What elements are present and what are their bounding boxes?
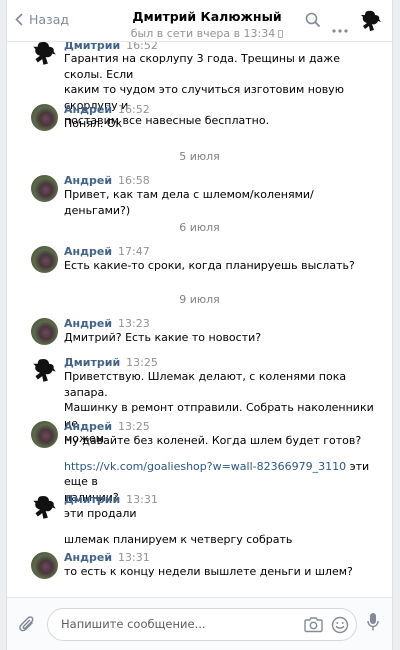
message-time: 13:31 [118, 551, 150, 564]
message-meta: Андрей 17:47 [64, 245, 150, 258]
search-icon[interactable] [305, 12, 321, 32]
avatar[interactable] [31, 318, 58, 345]
chat-header: Назад Дмитрий Калюжный был в сети вчера … [7, 0, 392, 42]
author-name[interactable]: Андрей [64, 420, 112, 433]
chevron-left-icon [15, 13, 23, 26]
message-text: Есть какие-то сроки, когда планируешь вы… [64, 259, 355, 272]
author-name[interactable]: Дмитрий [64, 493, 120, 506]
peer-name: Дмитрий Калюжный [132, 9, 282, 24]
message-time: 17:47 [118, 245, 150, 258]
microphone-icon[interactable] [367, 612, 379, 636]
date-separator: 9 июля [179, 293, 220, 306]
back-button[interactable]: Назад [15, 12, 69, 27]
message-history[interactable]: Дмитрий 16:52 Гарантия на скорлупу 3 года… [7, 42, 392, 597]
message-meta: Андрей 16:52 [64, 103, 150, 116]
message-time: 16:52 [118, 103, 150, 116]
avatar[interactable] [31, 494, 58, 521]
message-time: 13:25 [118, 420, 150, 433]
date-separator: 6 июля [179, 221, 220, 234]
avatar[interactable] [31, 175, 58, 202]
message-input[interactable] [61, 617, 291, 631]
author-name[interactable]: Андрей [64, 551, 112, 564]
avatar[interactable] [31, 246, 58, 273]
avatar[interactable] [31, 421, 58, 448]
message-time: 13:31 [126, 493, 158, 506]
avatar[interactable] [31, 104, 58, 131]
avatar[interactable] [31, 357, 58, 384]
message-time: 13:25 [126, 356, 158, 369]
paperclip-icon[interactable] [19, 614, 35, 638]
date-separator: 5 июля [179, 150, 220, 163]
author-name[interactable]: Андрей [64, 103, 112, 116]
author-name[interactable]: Дмитрий [64, 356, 120, 369]
message-meta: Дмитрий 13:25 [64, 356, 158, 369]
message-meta: Дмитрий 13:31 [64, 493, 158, 506]
more-icon[interactable] [332, 18, 348, 37]
camera-icon[interactable] [304, 616, 323, 637]
composer [7, 597, 392, 650]
message-text: эти продали шлемак планируем к четвергу … [64, 507, 293, 546]
message-link[interactable]: https://vk.com/goalieshop?w=wall-8236697… [64, 460, 346, 473]
message-text: Привет, как там дела с шлемом/коленями/д… [64, 188, 314, 217]
peer-avatar[interactable] [359, 9, 383, 37]
message-meta: Андрей 13:23 [64, 317, 150, 330]
phone-icon [278, 30, 284, 38]
peer-status: был в сети вчера в 13:34 [127, 27, 287, 40]
message-meta: Андрей 13:31 [64, 551, 150, 564]
message-time: 13:23 [118, 317, 150, 330]
author-name[interactable]: Андрей [64, 245, 112, 258]
message-text: Понял. Ок [64, 117, 123, 130]
smile-icon[interactable] [331, 616, 349, 638]
message-meta: Андрей 16:58 [64, 174, 150, 187]
chat-window: Назад Дмитрий Калюжный был в сети вчера … [6, 0, 393, 650]
peer-info[interactable]: Дмитрий Калюжный был в сети вчера в 13:3… [127, 9, 287, 40]
message-input-box[interactable] [47, 608, 357, 641]
message-time: 16:58 [118, 174, 150, 187]
back-label: Назад [29, 12, 70, 27]
avatar[interactable] [31, 552, 58, 579]
avatar[interactable] [31, 42, 58, 67]
message-meta: Андрей 13:25 [64, 420, 150, 433]
author-name[interactable]: Андрей [64, 317, 112, 330]
message-text: то есть к концу недели вышлете деньги и … [64, 565, 353, 578]
message-text: Дмитрий? Есть какие то новости? [64, 331, 262, 344]
author-name[interactable]: Андрей [64, 174, 112, 187]
